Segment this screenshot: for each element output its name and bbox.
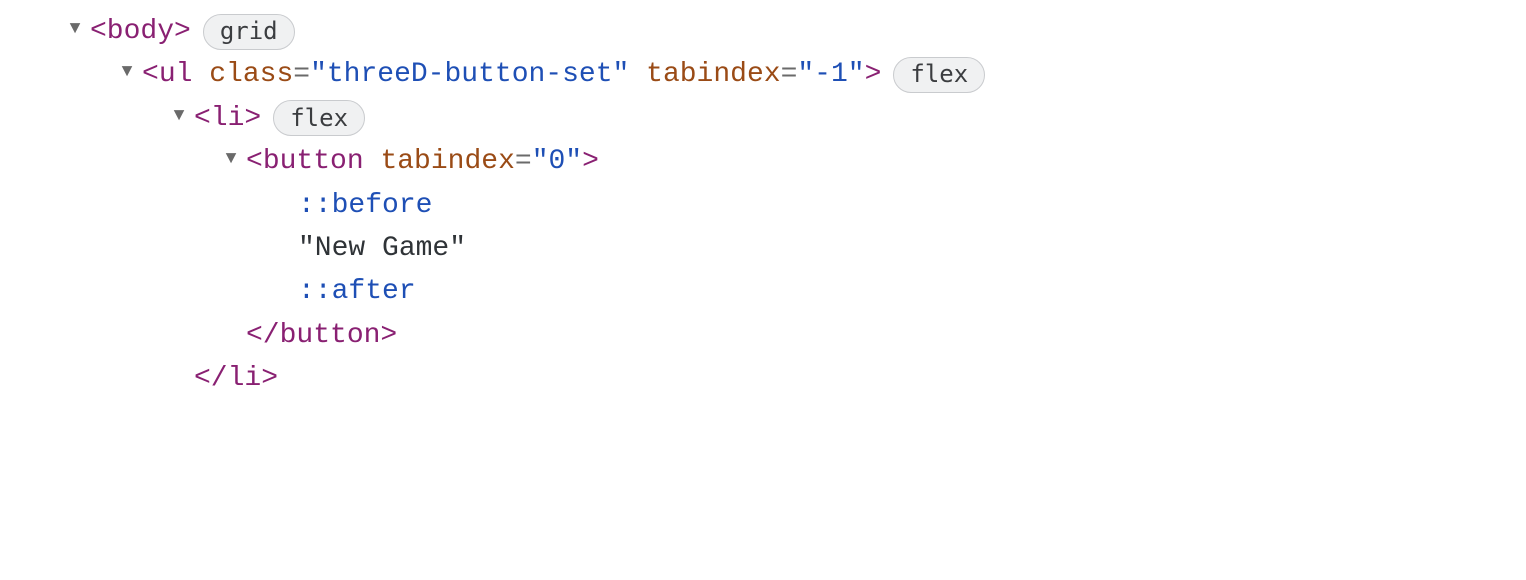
attr-eq: = <box>515 140 532 183</box>
attr-value-tabindex: "0" <box>532 140 582 183</box>
tag-close-li: </li> <box>194 357 278 400</box>
tag-angle-close: > <box>582 140 599 183</box>
layout-badge-flex[interactable]: flex <box>273 100 365 136</box>
tree-row-button-close[interactable]: ▼ </button> <box>62 314 1526 357</box>
attr-eq: = <box>781 53 798 96</box>
chevron-down-icon[interactable]: ▼ <box>218 146 244 174</box>
attr-name-tabindex: tabindex <box>646 53 780 96</box>
attr-name-tabindex: tabindex <box>380 140 514 183</box>
tag-open-li: <li> <box>194 97 261 140</box>
pseudo-after: ::after <box>298 270 416 313</box>
chevron-down-icon[interactable]: ▼ <box>166 103 192 131</box>
tag-open-body: <body> <box>90 10 191 53</box>
tree-row-li[interactable]: ▼ <li> flex <box>62 97 1526 140</box>
tag-close-button: </button> <box>246 314 397 357</box>
pseudo-before: ::before <box>298 184 432 227</box>
layout-badge-flex[interactable]: flex <box>893 57 985 93</box>
tree-row-li-close[interactable]: ▼ </li> <box>62 357 1526 400</box>
tag-angle-close: > <box>865 53 882 96</box>
tree-row-body[interactable]: ▼ <body> grid <box>62 10 1526 53</box>
layout-badge-grid[interactable]: grid <box>203 14 295 50</box>
attr-value-tabindex: "-1" <box>797 53 864 96</box>
attr-eq: = <box>293 53 310 96</box>
attr-name-class: class <box>209 53 293 96</box>
tree-row-button[interactable]: ▼ < button tabindex = "0" > <box>62 140 1526 183</box>
chevron-down-icon[interactable]: ▼ <box>114 59 140 87</box>
tag-name-button: button <box>263 140 364 183</box>
attr-value-class: "threeD-button-set" <box>310 53 629 96</box>
tree-row-pseudo-before[interactable]: ▼ ::before <box>62 184 1526 227</box>
tag-angle-open: < <box>142 53 159 96</box>
tag-name-ul: ul <box>159 53 193 96</box>
tree-row-pseudo-after[interactable]: ▼ ::after <box>62 270 1526 313</box>
tree-row-textnode[interactable]: ▼ "New Game" <box>62 227 1526 270</box>
tree-row-ul[interactable]: ▼ < ul class = "threeD-button-set" tabin… <box>62 53 1526 96</box>
dom-tree: ▼ <body> grid ▼ < ul class = "threeD-but… <box>0 0 1526 401</box>
text-node-new-game: "New Game" <box>298 227 466 270</box>
chevron-down-icon[interactable]: ▼ <box>62 16 88 44</box>
tag-angle-open: < <box>246 140 263 183</box>
